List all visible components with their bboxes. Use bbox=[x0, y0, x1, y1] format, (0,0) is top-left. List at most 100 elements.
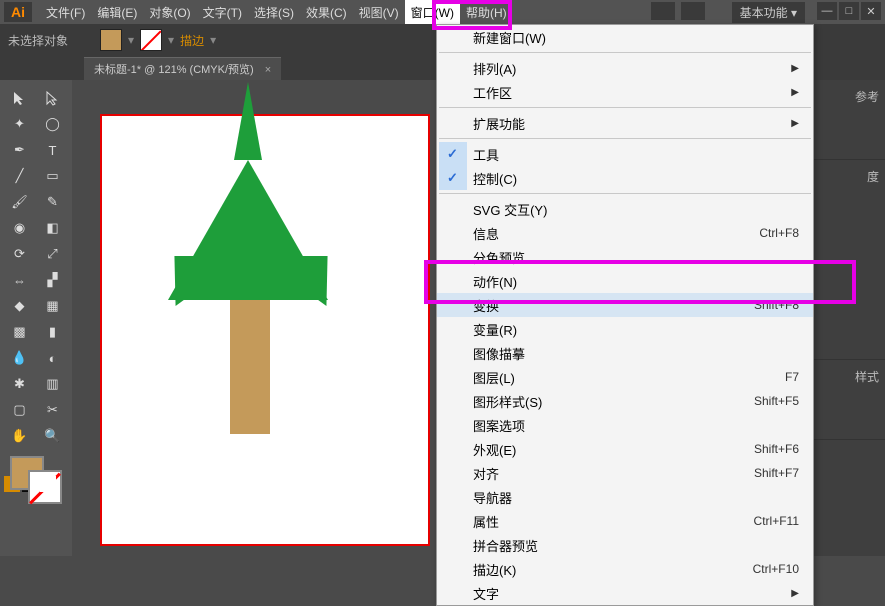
minimize-button[interactable]: — bbox=[817, 2, 837, 20]
menu-separator bbox=[439, 107, 811, 108]
menu-item-arrange[interactable]: 排列(A)▶ bbox=[437, 56, 813, 80]
scale-tool[interactable]: ⤢ bbox=[37, 242, 68, 266]
menu-object[interactable]: 对象(O) bbox=[143, 0, 196, 24]
menu-item-new-window[interactable]: 新建窗口(W) bbox=[437, 25, 813, 49]
menu-item-navigator[interactable]: 导航器 bbox=[437, 485, 813, 509]
mesh-tool[interactable]: ▩ bbox=[4, 320, 35, 344]
blob-brush-tool[interactable]: ◉ bbox=[4, 216, 35, 240]
rectangle-tool[interactable]: ▭ bbox=[37, 164, 68, 188]
slice-tool[interactable]: ✂ bbox=[37, 398, 68, 422]
magic-wand-tool[interactable]: ✦ bbox=[4, 112, 35, 136]
menu-item-info[interactable]: 信息Ctrl+F8 bbox=[437, 221, 813, 245]
menu-item-align[interactable]: 对齐Shift+F7 bbox=[437, 461, 813, 485]
document-tab[interactable]: 未标题-1* @ 121% (CMYK/预览) × bbox=[84, 57, 281, 80]
menu-type[interactable]: 文字(T) bbox=[197, 0, 248, 24]
menu-file[interactable]: 文件(F) bbox=[40, 0, 91, 24]
lasso-tool[interactable]: ◯ bbox=[37, 112, 68, 136]
gradient-tool[interactable]: ▮ bbox=[37, 320, 68, 344]
line-tool[interactable]: ╱ bbox=[4, 164, 35, 188]
close-tab-icon[interactable]: × bbox=[265, 64, 271, 76]
menu-item-graphic-styles[interactable]: 图形样式(S)Shift+F5 bbox=[437, 389, 813, 413]
menu-item-transform[interactable]: 变换Shift+F8 bbox=[437, 293, 813, 317]
menu-window[interactable]: 窗口(W) bbox=[405, 0, 460, 24]
menu-item-workspace[interactable]: 工作区▶ bbox=[437, 80, 813, 104]
artboard-tool[interactable]: ▢ bbox=[4, 398, 35, 422]
shortcut-label: Ctrl+F11 bbox=[754, 514, 799, 528]
eraser-tool[interactable]: ◧ bbox=[37, 216, 68, 240]
menu-item-tools[interactable]: ✓工具 bbox=[437, 142, 813, 166]
workspace-switcher-label: 基本功能 bbox=[740, 6, 788, 20]
stroke-dropdown-icon[interactable]: ▾ bbox=[168, 33, 174, 47]
check-icon: ✓ bbox=[447, 146, 458, 162]
tools-panel: ✦ ◯ ✒ T ╱ ▭ 🖌 ✎ ◉ ◧ ⟳ ⤢ ⇔ ▞ ◆ ▦ ▩ ▮ 💧 ◐ … bbox=[0, 80, 72, 556]
workspace-switcher[interactable]: 基本功能 ▾ bbox=[732, 2, 805, 23]
submenu-arrow-icon: ▶ bbox=[791, 118, 799, 129]
menu-select[interactable]: 选择(S) bbox=[248, 0, 300, 24]
tree-trunk-shape[interactable] bbox=[230, 284, 270, 434]
window-menu-dropdown: 新建窗口(W) 排列(A)▶ 工作区▶ 扩展功能▶ ✓工具 ✓控制(C) SVG… bbox=[436, 24, 814, 606]
selection-tool[interactable] bbox=[4, 86, 35, 110]
menu-separator bbox=[439, 52, 811, 53]
symbol-sprayer-tool[interactable]: ✱ bbox=[4, 372, 35, 396]
app-logo: Ai bbox=[4, 2, 32, 22]
fill-swatch[interactable] bbox=[100, 29, 122, 51]
eyedropper-tool[interactable]: 💧 bbox=[4, 346, 35, 370]
hand-tool[interactable]: ✋ bbox=[4, 424, 35, 448]
menu-item-pattern-options[interactable]: 图案选项 bbox=[437, 413, 813, 437]
free-transform-tool[interactable]: ▞ bbox=[37, 268, 68, 292]
menu-view[interactable]: 视图(V) bbox=[353, 0, 405, 24]
menu-item-layers[interactable]: 图层(L)F7 bbox=[437, 365, 813, 389]
submenu-arrow-icon: ▶ bbox=[791, 588, 799, 599]
menu-help[interactable]: 帮助(H) bbox=[460, 0, 513, 24]
shortcut-label: Shift+F7 bbox=[754, 466, 799, 480]
shape-builder-tool[interactable]: ◆ bbox=[4, 294, 35, 318]
menu-item-image-trace[interactable]: 图像描摹 bbox=[437, 341, 813, 365]
artboard[interactable] bbox=[100, 114, 430, 546]
menu-item-actions[interactable]: 动作(N) bbox=[437, 269, 813, 293]
selection-status: 未选择对象 bbox=[8, 32, 68, 49]
shortcut-label: Ctrl+F8 bbox=[759, 226, 799, 240]
layout-icon[interactable] bbox=[651, 2, 675, 20]
menu-item-separations-preview[interactable]: 分色预览 bbox=[437, 245, 813, 269]
blend-tool[interactable]: ◐ bbox=[37, 346, 68, 370]
menu-item-extensions[interactable]: 扩展功能▶ bbox=[437, 111, 813, 135]
width-tool[interactable]: ⇔ bbox=[4, 268, 35, 292]
direct-selection-tool[interactable] bbox=[37, 86, 68, 110]
fill-stroke-swatches[interactable] bbox=[4, 450, 68, 506]
menu-edit[interactable]: 编辑(E) bbox=[91, 0, 143, 24]
close-button[interactable]: ✕ bbox=[861, 2, 881, 20]
pencil-tool[interactable]: ✎ bbox=[37, 190, 68, 214]
rotate-tool[interactable]: ⟳ bbox=[4, 242, 35, 266]
document-tab-title: 未标题-1* @ 121% (CMYK/预览) bbox=[94, 64, 254, 76]
shortcut-label: Ctrl+F10 bbox=[753, 562, 799, 576]
menu-item-variables[interactable]: 变量(R) bbox=[437, 317, 813, 341]
menu-item-flattener-preview[interactable]: 拼合器预览 bbox=[437, 533, 813, 557]
menu-item-control[interactable]: ✓控制(C) bbox=[437, 166, 813, 190]
shortcut-label: F7 bbox=[785, 370, 799, 384]
menu-item-attributes[interactable]: 属性Ctrl+F11 bbox=[437, 509, 813, 533]
graph-tool[interactable]: ▥ bbox=[37, 372, 68, 396]
tree-top-shape[interactable] bbox=[168, 160, 328, 300]
arrange-icon[interactable] bbox=[681, 2, 705, 20]
none-mode-icon[interactable] bbox=[40, 476, 56, 492]
stroke-swatch[interactable] bbox=[140, 29, 162, 51]
zoom-tool[interactable]: 🔍 bbox=[37, 424, 68, 448]
pen-tool[interactable]: ✒ bbox=[4, 138, 35, 162]
type-tool[interactable]: T bbox=[37, 138, 68, 162]
perspective-tool[interactable]: ▦ bbox=[37, 294, 68, 318]
stroke-weight-dropdown-icon[interactable]: ▾ bbox=[210, 33, 216, 47]
maximize-button[interactable]: □ bbox=[839, 2, 859, 20]
menu-effect[interactable]: 效果(C) bbox=[300, 0, 353, 24]
menu-separator bbox=[439, 193, 811, 194]
menu-item-appearance[interactable]: 外观(E)Shift+F6 bbox=[437, 437, 813, 461]
menu-item-svg-interactivity[interactable]: SVG 交互(Y) bbox=[437, 197, 813, 221]
menu-item-stroke[interactable]: 描边(K)Ctrl+F10 bbox=[437, 557, 813, 581]
fill-dropdown-icon[interactable]: ▾ bbox=[128, 33, 134, 47]
menubar: Ai 文件(F) 编辑(E) 对象(O) 文字(T) 选择(S) 效果(C) 视… bbox=[0, 0, 885, 24]
shortcut-label: Shift+F8 bbox=[754, 298, 799, 312]
menu-separator bbox=[439, 138, 811, 139]
menu-item-type-submenu[interactable]: 文字▶ bbox=[437, 581, 813, 605]
paintbrush-tool[interactable]: 🖌 bbox=[4, 190, 35, 214]
stroke-label[interactable]: 描边 bbox=[180, 32, 204, 49]
shortcut-label: Shift+F6 bbox=[754, 442, 799, 456]
